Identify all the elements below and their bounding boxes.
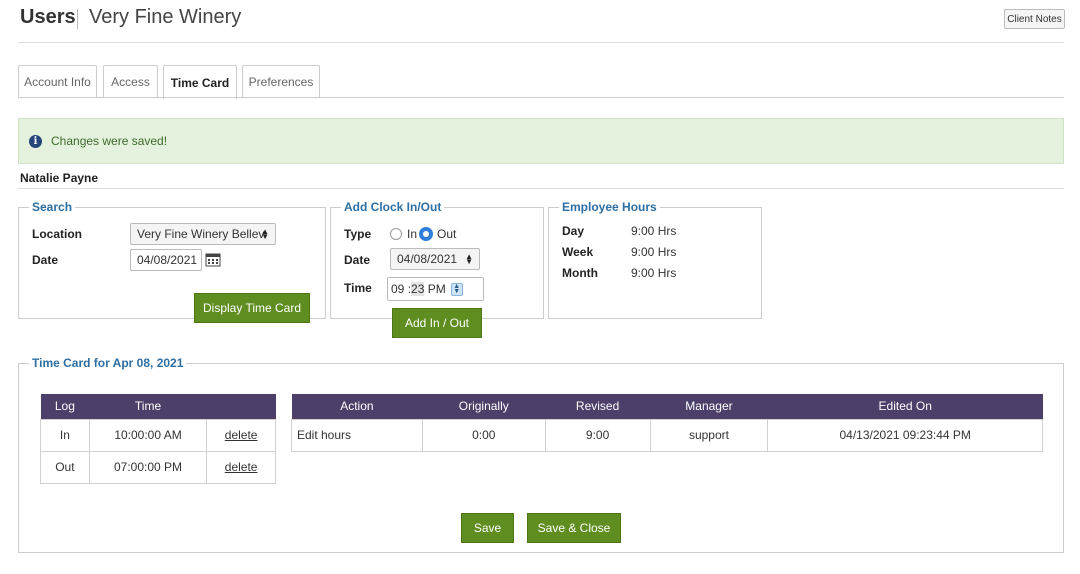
display-time-card-button[interactable]: Display Time Card: [194, 293, 310, 323]
time-card-legend: Time Card for Apr 08, 2021: [29, 356, 187, 370]
page-title: Users: [20, 6, 76, 28]
out-radio[interactable]: [419, 227, 433, 241]
calendar-icon[interactable]: [205, 252, 221, 267]
time-stepper[interactable]: ▲ ▼: [450, 282, 463, 296]
log-cell: In: [40, 418, 90, 452]
edit-history-table: Action Originally Revised Manager Edited…: [291, 394, 1043, 452]
location-label: Location: [32, 227, 82, 241]
table-row: Edit hours 0:00 9:00 support 04/13/2021 …: [291, 418, 1043, 452]
tab-preferences[interactable]: Preferences: [242, 65, 320, 98]
in-radio[interactable]: [390, 228, 402, 240]
delete-link[interactable]: delete: [206, 418, 276, 452]
action-header: Action: [291, 394, 423, 419]
date-label: Date: [32, 253, 59, 267]
info-icon: i: [29, 134, 42, 148]
name-divider: [18, 188, 1064, 189]
clock-legend: Add Clock In/Out: [341, 200, 445, 214]
action-cell: Edit hours: [291, 418, 423, 452]
edited-on-cell: 04/13/2021 09:23:44 PM: [767, 418, 1043, 452]
hours-day-value: 9:00 Hrs: [631, 224, 677, 238]
revised-header: Revised: [545, 394, 651, 419]
page-subtitle: Very Fine Winery: [89, 6, 242, 28]
clock-date-label: Date: [344, 253, 371, 267]
hours-day-label: Day: [562, 224, 585, 238]
time-minute[interactable]: 23: [411, 282, 425, 296]
success-alert: i Changes were saved!: [18, 118, 1064, 164]
hours-week-label: Week: [562, 245, 594, 259]
employee-name: Natalie Payne: [20, 171, 99, 185]
time-cell: 07:00:00 PM: [88, 450, 208, 484]
hours-week-value: 9:00 Hrs: [631, 245, 677, 259]
client-notes-button[interactable]: Client Notes: [1004, 9, 1065, 29]
log-header: Log: [40, 394, 90, 419]
originally-cell: 0:00: [421, 418, 546, 452]
tab-time-card[interactable]: Time Card: [163, 65, 237, 99]
action-col-header: [206, 394, 276, 419]
originally-header: Originally: [422, 394, 546, 419]
log-cell: Out: [40, 450, 90, 484]
out-radio-label: Out: [437, 227, 457, 241]
location-select[interactable]: Very Fine Winery Bellev ▲ ▼: [130, 223, 276, 245]
log-table: Log Time In 10:00:00 AM delete Out 07:00…: [40, 394, 276, 484]
hours-month-value: 9:00 Hrs: [631, 266, 677, 280]
revised-cell: 9:00: [544, 418, 651, 452]
tabs-divider: [18, 97, 1064, 98]
header-divider: [18, 42, 1064, 43]
manager-header: Manager: [650, 394, 768, 419]
search-date-input[interactable]: 04/08/2021: [130, 249, 202, 271]
hours-month-label: Month: [562, 266, 598, 280]
type-label: Type: [344, 227, 372, 241]
search-legend: Search: [29, 200, 76, 214]
time-cell: 10:00:00 AM: [88, 418, 208, 452]
table-row: Out 07:00:00 PM delete: [40, 450, 276, 484]
save-button[interactable]: Save: [461, 513, 514, 543]
edited-on-header: Edited On: [767, 394, 1043, 419]
select-arrows-icon: ▲ ▼: [261, 227, 269, 241]
hours-legend: Employee Hours: [559, 200, 660, 214]
manager-cell: support: [649, 418, 769, 452]
table-row: In 10:00:00 AM delete: [40, 418, 276, 452]
in-radio-label: In: [407, 227, 418, 241]
title-divider: [77, 9, 78, 29]
add-in-out-button[interactable]: Add In / Out: [392, 308, 482, 338]
delete-link[interactable]: delete: [206, 450, 276, 484]
time-header: Time: [89, 394, 207, 419]
save-close-button[interactable]: Save & Close: [527, 513, 621, 543]
tab-account-info[interactable]: Account Info: [18, 65, 97, 98]
select-arrows-icon: ▲ ▼: [465, 252, 473, 266]
clock-date-select[interactable]: 04/08/2021 ▲ ▼: [390, 248, 480, 270]
alert-message: Changes were saved!: [51, 134, 168, 148]
time-ampm[interactable]: PM: [428, 282, 446, 296]
time-input[interactable]: 09 : 23 PM ▲ ▼: [387, 277, 484, 301]
time-label: Time: [344, 281, 372, 295]
time-hour[interactable]: 09: [391, 282, 404, 296]
tab-access[interactable]: Access: [103, 65, 158, 98]
